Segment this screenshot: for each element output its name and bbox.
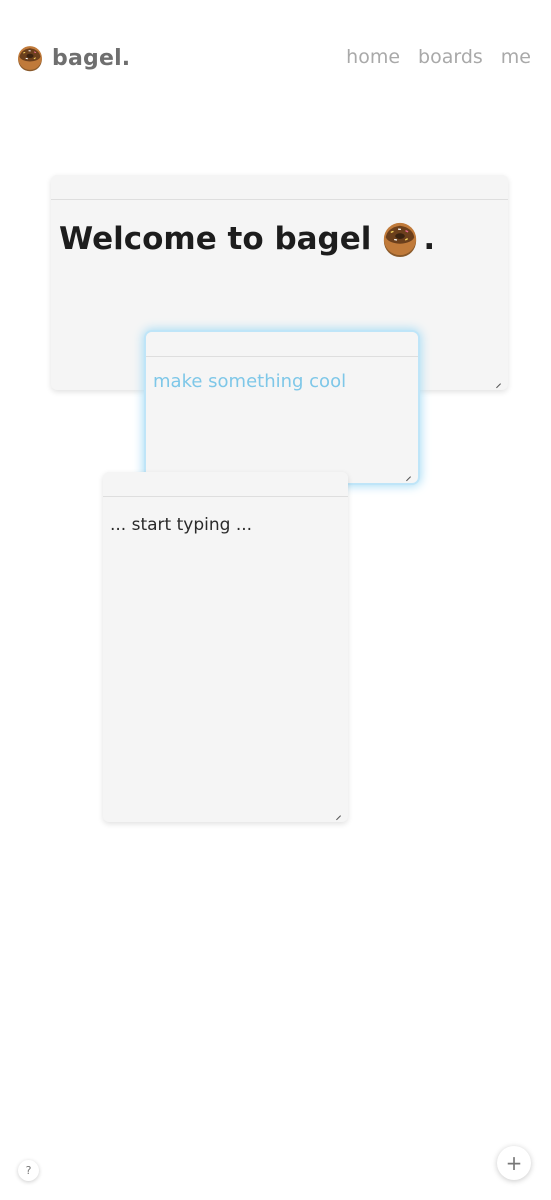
resize-handle[interactable] xyxy=(335,810,341,816)
main-nav: home boards me xyxy=(346,46,531,68)
note-card-focused[interactable]: make something cool xyxy=(146,332,418,483)
donut-icon xyxy=(384,222,417,258)
welcome-text: Welcome to bagel xyxy=(59,221,372,257)
brand-name: bagel. xyxy=(52,45,131,71)
welcome-heading: Welcome to bagel . xyxy=(59,220,500,258)
card-text[interactable]: ... start typing ... xyxy=(103,497,348,553)
nav-home[interactable]: home xyxy=(346,46,400,68)
nav-me[interactable]: me xyxy=(501,46,531,68)
add-card-button[interactable]: + xyxy=(497,1146,531,1180)
card-drag-handle[interactable] xyxy=(103,472,348,497)
note-card-empty[interactable]: ... start typing ... xyxy=(103,472,348,822)
welcome-period: . xyxy=(423,221,436,257)
card-text[interactable]: make something cool xyxy=(146,357,418,406)
resize-handle[interactable] xyxy=(495,378,501,384)
card-body[interactable]: Welcome to bagel . xyxy=(51,200,508,266)
nav-boards[interactable]: boards xyxy=(418,46,483,68)
card-drag-handle[interactable] xyxy=(51,175,508,200)
resize-handle[interactable] xyxy=(405,471,411,477)
donut-icon xyxy=(18,46,42,72)
brand[interactable]: bagel. xyxy=(16,44,130,72)
card-drag-handle[interactable] xyxy=(146,332,418,357)
page: bagel. home boards me Welcome to bagel .… xyxy=(0,0,551,1200)
help-button[interactable]: ? xyxy=(18,1160,39,1181)
